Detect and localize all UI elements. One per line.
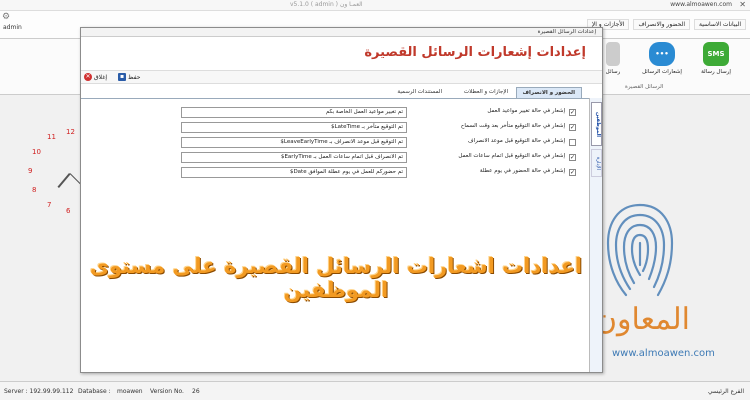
status-bar: Server : 192.99.99.112 Database : moawen… — [0, 381, 750, 400]
app-close-icon[interactable]: ✕ — [739, 0, 746, 9]
notification-row: ✓ إشعار في حالة التوقيع متأخر بعد وقت ال… — [181, 121, 576, 136]
dialog-title: إعدادات الرسائل القصيرة — [537, 29, 596, 35]
dialog-heading: إعدادات إشعارات الرسائل القصيرة — [364, 45, 586, 60]
clock-number: 8 — [32, 186, 37, 194]
close-icon: ✕ — [84, 73, 92, 81]
status-database-label: Database : — [78, 388, 111, 395]
save-icon: ▪ — [118, 73, 126, 81]
brand-watermark: المعاون — [595, 302, 690, 337]
notify-checkbox[interactable]: ✓ — [569, 169, 576, 176]
vertical-tab-strip: الموظفين الإدارة — [589, 98, 602, 372]
send-sms-button[interactable]: SMS إرسال رسالة — [694, 42, 738, 75]
dialog-toolbar: ✕ إغلاق ▪ حفظ — [81, 70, 602, 84]
save-button[interactable]: ▪ حفظ — [118, 73, 140, 81]
brand-url: www.almoawen.com — [612, 348, 715, 359]
app-titlebar: v5.1.0 ( admin ) العمـا ون www.almoawen.… — [0, 0, 750, 11]
tab-leaves[interactable]: الإجازات و العطلات — [458, 87, 514, 98]
menu-attendance[interactable]: الحضور والانصراف — [633, 19, 690, 30]
clock-number: 6 — [66, 207, 71, 215]
tab-documents[interactable]: المستندات الرسمية — [391, 87, 448, 98]
clock-number: 12 — [66, 128, 75, 136]
chat-bubbles-icon: ••• — [649, 42, 675, 66]
notification-list: ✓ إشعار في حالة تغيير مواعيد العمل تم تغ… — [181, 106, 576, 181]
notify-checkbox[interactable]: ✓ — [569, 124, 576, 131]
notify-label: إشعار في حالة التوقيع قبل موعد الانصراف — [467, 138, 565, 144]
status-branch: الفرع الرئيسي — [708, 388, 744, 395]
notification-row: إشعار في حالة التوقيع قبل موعد الانصراف … — [181, 136, 576, 151]
app-title: v5.1.0 ( admin ) العمـا ون — [290, 1, 363, 8]
notify-label: إشعار في حالة الحضور في يوم عطلة — [479, 168, 565, 174]
save-label: حفظ — [128, 73, 141, 81]
message-field[interactable]: تم حضوركم للعمل في يوم عطلة الموافق Date… — [181, 167, 407, 178]
clock-number: 10 — [32, 148, 41, 156]
message-field[interactable]: تم تغيير مواعيد العمل الخاصة بكم — [181, 107, 407, 118]
status-database-name: moawen — [117, 388, 143, 395]
dialog-header: إعدادات إشعارات الرسائل القصيرة — [81, 37, 602, 69]
notify-label: إشعار في حالة التوقيع قبل اتمام ساعات ال… — [458, 153, 565, 159]
sms-icon: SMS — [703, 42, 729, 66]
notify-label: إشعار في حالة التوقيع متأخر بعد وقت السم… — [460, 123, 565, 129]
message-field[interactable]: تم التوقيع قبل موعد الانصراف بـ LeaveEar… — [181, 137, 407, 148]
notification-row: ✓ إشعار في حالة الحضور في يوم عطلة تم حض… — [181, 166, 576, 181]
status-version-label: Version No. — [150, 388, 184, 395]
messages-label: رسائل — [605, 69, 621, 75]
overlay-caption: اعدادات اشعارات الرسائل القصيرة على مستو… — [89, 254, 583, 302]
fingerprint-logo-icon — [606, 203, 674, 297]
status-version: 26 — [192, 388, 200, 395]
notify-checkbox[interactable]: ✓ — [569, 154, 576, 161]
ribbon-group-name: الرسائل القصيرة — [625, 84, 664, 90]
close-label: إغلاق — [94, 73, 108, 81]
tab-content: ✓ إشعار في حالة تغيير مواعيد العمل تم تغ… — [81, 98, 596, 372]
menu-list: البيانات الاساسية الحضور والانصراف الأجا… — [586, 19, 746, 30]
message-field[interactable]: تم التوقيع متأخر بـ LateTime$ — [181, 122, 407, 133]
clock-number: 9 — [28, 167, 33, 175]
notifications-button[interactable]: ••• إشعارات الرسائل — [640, 42, 684, 75]
notifications-label: إشعارات الرسائل — [642, 69, 682, 75]
clock-number: 11 — [47, 133, 56, 141]
clock-number: 7 — [47, 201, 52, 209]
close-button[interactable]: ✕ إغلاق — [84, 73, 107, 81]
dialog-titlebar: إعدادات الرسائل القصيرة — [81, 28, 602, 37]
send-sms-label: إرسال رسالة — [701, 69, 731, 75]
notify-checkbox[interactable] — [569, 139, 576, 146]
notification-row: ✓ إشعار في حالة التوقيع قبل اتمام ساعات … — [181, 151, 576, 166]
notify-label: إشعار في حالة تغيير مواعيد العمل — [487, 108, 565, 114]
sms-settings-dialog: إعدادات الرسائل القصيرة إعدادات إشعارات … — [80, 27, 603, 373]
notify-checkbox[interactable]: ✓ — [569, 109, 576, 116]
site-url[interactable]: www.almoawen.com — [670, 1, 732, 8]
message-field[interactable]: تم الانصراف قبل اتمام ساعات العمل بـ Ear… — [181, 152, 407, 163]
phone-icon — [606, 42, 620, 66]
clock-hour-hand — [57, 173, 71, 189]
vtab-administration[interactable]: الإدارة — [591, 149, 602, 177]
menu-basic-data[interactable]: البيانات الاساسية — [694, 19, 746, 30]
status-server: Server : 192.99.99.112 — [4, 388, 74, 395]
messages-button[interactable]: رسائل — [600, 42, 626, 75]
tab-attendance[interactable]: الحضور و الانصراف — [515, 87, 582, 98]
user-name[interactable]: admin — [3, 24, 22, 31]
settings-icon[interactable]: ⚙ — [2, 12, 10, 22]
notification-row: ✓ إشعار في حالة تغيير مواعيد العمل تم تغ… — [181, 106, 576, 121]
tab-strip: الحضور و الانصراف الإجازات و العطلات الم… — [81, 87, 596, 98]
vtab-employees[interactable]: الموظفين — [591, 102, 602, 146]
left-pane: 12 11 10 9 8 7 6 — [0, 95, 88, 381]
